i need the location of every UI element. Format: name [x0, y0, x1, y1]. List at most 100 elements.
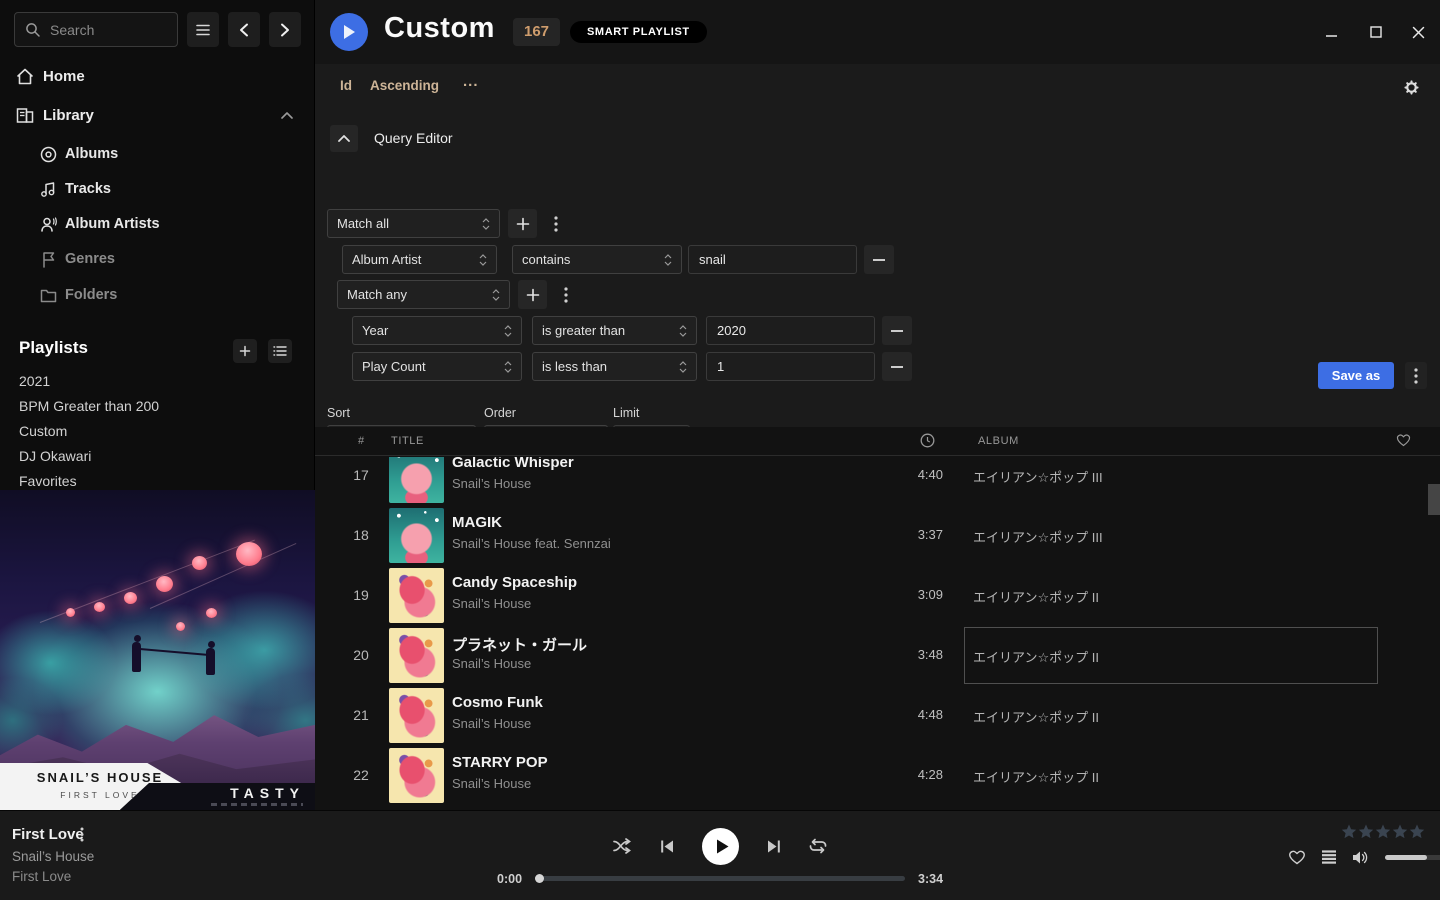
column-number[interactable]: #	[358, 435, 365, 447]
track-album[interactable]: エイリアン☆ポップ II	[973, 647, 1099, 666]
playlist-list-button[interactable]	[268, 339, 292, 363]
track-album[interactable]: エイリアン☆ポップ III	[973, 527, 1103, 546]
rule-value-field[interactable]	[688, 245, 857, 274]
column-title[interactable]: TITLE	[391, 435, 424, 447]
menu-button[interactable]	[187, 12, 219, 47]
track-row[interactable]: 21 Cosmo Funk Snail’s House 4:48 エイリアン☆ポ…	[315, 686, 1440, 746]
seek-knob[interactable]	[535, 874, 544, 883]
track-album-art[interactable]	[389, 568, 444, 623]
playlist-item[interactable]: BPM Greater than 200	[19, 394, 289, 418]
close-button[interactable]	[1404, 18, 1432, 46]
add-rule-button[interactable]	[518, 280, 547, 309]
playlist-item[interactable]: DJ Okawari	[19, 444, 289, 468]
sidebar-item-albums[interactable]: Albums	[0, 140, 315, 168]
remove-rule-button[interactable]	[864, 245, 894, 274]
chevron-up-icon[interactable]	[281, 112, 293, 119]
track-title[interactable]: STARRY POP	[452, 754, 548, 771]
sidebar-item-home[interactable]: Home	[0, 62, 315, 90]
back-button[interactable]	[228, 12, 260, 47]
track-row[interactable]: 19 Candy Spaceship Snail’s House 3:09 エイ…	[315, 566, 1440, 626]
rule-value-field[interactable]	[706, 316, 875, 345]
track-artist[interactable]: Snail’s House	[452, 716, 531, 731]
match-type-select[interactable]: Match any	[337, 280, 510, 309]
repeat-icon[interactable]	[808, 838, 828, 854]
match-type-select[interactable]: Match all	[327, 209, 500, 238]
playlist-item[interactable]: 2021	[19, 369, 289, 393]
collapse-query-editor-button[interactable]	[330, 125, 358, 152]
save-menu-button[interactable]	[1405, 362, 1427, 389]
rule-field-select[interactable]: Year	[352, 316, 522, 345]
sidebar-item-genres[interactable]: Genres	[0, 245, 315, 273]
track-title[interactable]: MAGIK	[452, 514, 502, 531]
scrollbar-thumb[interactable]	[1428, 484, 1440, 515]
play-playlist-button[interactable]	[330, 13, 368, 51]
group-menu-button[interactable]	[547, 209, 565, 238]
track-artist[interactable]: Snail’s House feat. Sennzai	[452, 536, 611, 551]
track-title[interactable]: Cosmo Funk	[452, 694, 543, 711]
track-album-art[interactable]	[389, 508, 444, 563]
track-row[interactable]: 20 プラネット・ガール Snail’s House 3:48 エイリアン☆ポッ…	[315, 626, 1440, 686]
remove-rule-button[interactable]	[882, 352, 912, 381]
forward-button[interactable]	[269, 12, 301, 47]
track-row[interactable]: 18 MAGIK Snail’s House feat. Sennzai 3:3…	[315, 506, 1440, 566]
add-playlist-button[interactable]	[233, 339, 257, 363]
sort-field-button[interactable]: Id	[340, 78, 352, 93]
minimize-button[interactable]	[1317, 18, 1345, 46]
maximize-button[interactable]	[1362, 18, 1390, 46]
track-album[interactable]: エイリアン☆ポップ II	[973, 707, 1099, 726]
group-menu-button[interactable]	[557, 280, 575, 309]
track-album-art[interactable]	[389, 688, 444, 743]
column-album[interactable]: ALBUM	[978, 435, 1019, 447]
track-album[interactable]: エイリアン☆ポップ II	[973, 767, 1099, 786]
save-as-button[interactable]: Save as	[1318, 362, 1394, 389]
track-artist[interactable]: Snail’s House	[452, 656, 531, 671]
sidebar-item-folders[interactable]: Folders	[0, 281, 315, 309]
add-rule-button[interactable]	[508, 209, 537, 238]
rule-operator-select[interactable]: is greater than	[532, 316, 697, 345]
previous-icon[interactable]	[660, 839, 675, 854]
star-icon[interactable]	[1358, 824, 1374, 839]
now-playing-album[interactable]: First Love	[12, 869, 71, 884]
next-icon[interactable]	[766, 839, 781, 854]
search-box[interactable]	[14, 12, 178, 47]
track-album[interactable]: エイリアン☆ポップ III	[973, 467, 1103, 486]
volume-slider[interactable]	[1385, 855, 1440, 860]
rule-operator-select[interactable]: contains	[512, 245, 682, 274]
track-title[interactable]: Galactic Whisper	[452, 457, 574, 471]
sidebar-item-album-artists[interactable]: Album Artists	[0, 210, 315, 238]
gear-icon[interactable]	[1403, 79, 1420, 96]
track-album[interactable]: エイリアン☆ポップ II	[973, 587, 1099, 606]
track-row[interactable]: 17 Galactic Whisper Snail’s House 4:40 エ…	[315, 457, 1440, 506]
speaker-icon[interactable]	[1352, 850, 1370, 865]
track-artist[interactable]: Snail’s House	[452, 776, 531, 791]
now-playing-art[interactable]: SNAIL’S HOUSE FIRST LOVE TASTY	[0, 490, 315, 810]
heart-icon[interactable]	[1396, 433, 1411, 447]
rule-value-field[interactable]	[706, 352, 875, 381]
rating-stars[interactable]	[1341, 824, 1425, 839]
shuffle-icon[interactable]	[612, 838, 633, 854]
clock-icon[interactable]	[920, 433, 935, 448]
play-pause-button[interactable]	[702, 828, 739, 865]
track-title[interactable]: Candy Spaceship	[452, 574, 577, 591]
track-title[interactable]: プラネット・ガール	[452, 634, 587, 655]
track-row[interactable]: 22 STARRY POP Snail’s House 4:28 エイリアン☆ポ…	[315, 746, 1440, 806]
heart-icon[interactable]	[1288, 849, 1306, 865]
star-icon[interactable]	[1375, 824, 1391, 839]
star-icon[interactable]	[1392, 824, 1408, 839]
track-album-art[interactable]	[389, 628, 444, 683]
playlist-item[interactable]: Custom	[19, 419, 289, 443]
star-icon[interactable]	[1341, 824, 1357, 839]
seek-bar[interactable]	[535, 876, 905, 881]
star-icon[interactable]	[1409, 824, 1425, 839]
track-artist[interactable]: Snail’s House	[452, 596, 531, 611]
track-artist[interactable]: Snail’s House	[452, 476, 531, 491]
sidebar-item-library[interactable]: Library	[0, 101, 315, 129]
sort-direction-button[interactable]: Ascending	[370, 78, 439, 93]
rule-field-select[interactable]: Album Artist	[342, 245, 497, 274]
track-album-art[interactable]	[389, 457, 444, 503]
rule-operator-select[interactable]: is less than	[532, 352, 697, 381]
sidebar-item-tracks[interactable]: Tracks	[0, 175, 315, 203]
sort-more-button[interactable]: ...	[463, 73, 479, 90]
search-input[interactable]	[50, 22, 160, 38]
queue-icon[interactable]	[1321, 850, 1337, 864]
